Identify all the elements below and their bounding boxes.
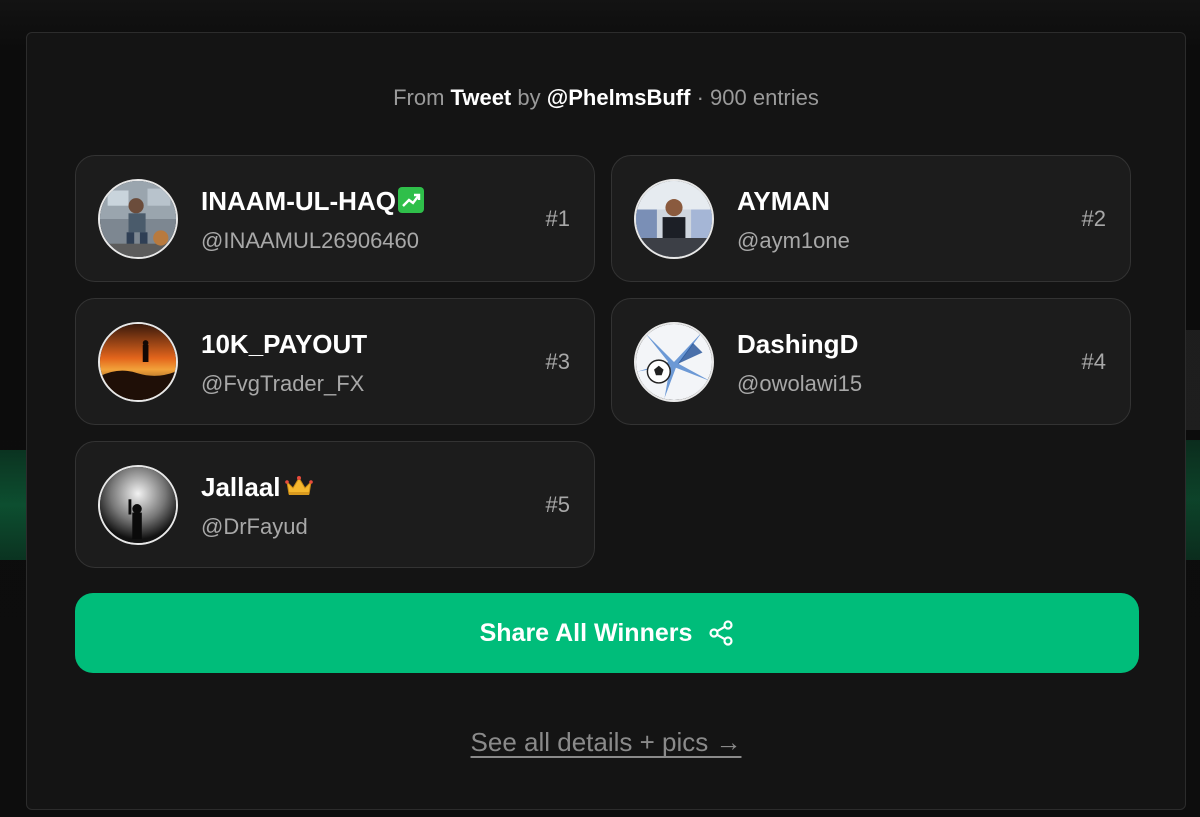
winner-card-1[interactable]: INAAM-UL-HAQ @INAAMUL26906460 #1 [75, 155, 595, 282]
winner-handle: @aym1one [737, 228, 850, 253]
winner-handle: @owolawi15 [737, 371, 863, 396]
share-button-label: Share All Winners [479, 618, 693, 647]
winner-name: AYMAN [737, 186, 830, 216]
winners-modal: From Tweet by @PhelmsBuff · 900 entries [26, 32, 1186, 810]
winner-name: DashingD [737, 329, 859, 359]
background-fragment [0, 450, 26, 560]
source-prefix: From [393, 85, 445, 110]
source-by: by [517, 85, 541, 110]
winner-handle: @DrFayud [201, 514, 308, 539]
winner-card-5[interactable]: Jallaal @DrFayud #5 [75, 441, 595, 568]
winner-name: Jallaal [201, 472, 313, 503]
winner-name: 10K_PAYOUT [201, 329, 368, 359]
source-author[interactable]: @PhelmsBuff [547, 85, 691, 110]
source-line: From Tweet by @PhelmsBuff · 900 entries [27, 85, 1185, 111]
share-all-winners-button[interactable]: Share All Winners [75, 593, 1139, 673]
winner-handle: @INAAMUL26906460 [201, 228, 420, 253]
chart-increasing-emoji [397, 187, 424, 213]
winner-card-4[interactable]: DashingD @owolawi15 #4 [611, 298, 1131, 425]
entries-count: 900 entries [710, 85, 819, 110]
background-fragment [1186, 440, 1200, 560]
winner-handle: @FvgTrader_FX [201, 371, 365, 396]
winner-rank: #5 [545, 492, 570, 517]
winner-rank: #4 [1081, 349, 1106, 374]
see-all-details-link[interactable]: See all details + pics → [471, 727, 742, 757]
avatar [98, 465, 178, 545]
avatar [634, 322, 714, 402]
avatar [98, 322, 178, 402]
background-fragment [1186, 330, 1200, 430]
crown-emoji [284, 476, 313, 495]
winner-name: INAAM-UL-HAQ [201, 186, 424, 217]
source-type[interactable]: Tweet [451, 85, 512, 110]
winner-rank: #3 [545, 349, 570, 374]
avatar [634, 179, 714, 259]
winner-rank: #1 [545, 206, 570, 231]
avatar [98, 179, 178, 259]
details-link-wrapper: See all details + pics → [27, 727, 1185, 758]
winner-rank: #2 [1081, 206, 1106, 231]
winner-card-2[interactable]: AYMAN @aym1one #2 [611, 155, 1131, 282]
source-separator: · [696, 85, 704, 110]
share-icon [709, 620, 733, 646]
winner-card-3[interactable]: 10K_PAYOUT @FvgTrader_FX #3 [75, 298, 595, 425]
